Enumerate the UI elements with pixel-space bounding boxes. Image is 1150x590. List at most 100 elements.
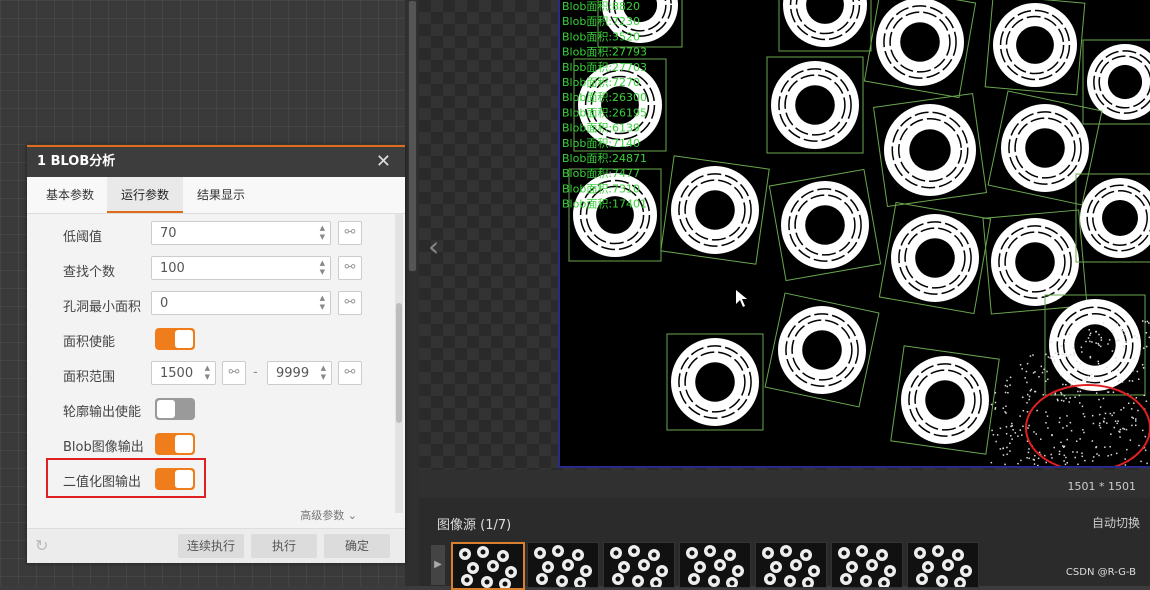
area-enable-label: 面积使能: [63, 335, 116, 350]
blob-ring: [766, 56, 864, 154]
mouse-cursor-icon: [736, 290, 747, 307]
blob-ring: [878, 201, 992, 315]
spinner-arrows-icon[interactable]: ▲ ▼: [320, 259, 325, 277]
panel-scrollbar-thumb[interactable]: [396, 303, 402, 423]
close-icon[interactable]: ✕: [376, 147, 391, 177]
area-range-min-value: 1500: [160, 366, 194, 381]
blob-analysis-panel: 1 BLOB分析 ✕ 基本参数 运行参数 结果显示 低阈值 70 ▲ ▼ ⚯ 查找…: [27, 145, 405, 563]
image-thumbnail[interactable]: [679, 542, 751, 588]
area-range-max-input[interactable]: 9999 ▲ ▼: [267, 361, 332, 385]
blob-hole: [695, 190, 735, 230]
image-thumbnail[interactable]: [603, 542, 675, 588]
auto-switch-button[interactable]: 自动切换: [1092, 514, 1140, 531]
highlight-box: [46, 458, 206, 498]
tab-run-params[interactable]: 运行参数: [107, 177, 183, 213]
spinner-arrows-icon[interactable]: ▲ ▼: [320, 294, 325, 312]
contour-output-toggle[interactable]: [155, 398, 195, 420]
link-icon[interactable]: ⚯: [338, 256, 362, 280]
area-range-min-input[interactable]: 1500 ▲ ▼: [151, 361, 216, 385]
blob-area-label: Blob面积:7270: [562, 76, 640, 89]
confirm-button[interactable]: 确定: [324, 534, 390, 558]
thumbnail-expand-icon[interactable]: ▶: [431, 545, 445, 585]
blob-ring: [666, 333, 764, 431]
spinner-arrows-icon[interactable]: ▲ ▼: [205, 364, 210, 382]
resolution-bar: 1501 * 1501: [419, 470, 1150, 498]
result-image[interactable]: Blob面积:8820 Blob面积:7230 Blob面积:3520 Blob面积:…: [558, 0, 1150, 472]
blob-ring: [1075, 173, 1150, 263]
panel-scrollbar[interactable]: [395, 213, 403, 513]
contour-output-label: 轮廓输出使能: [63, 405, 142, 420]
blob-ring: [778, 0, 872, 52]
blob-image-output-toggle[interactable]: [155, 433, 195, 455]
spinner-arrows-icon[interactable]: ▲ ▼: [321, 364, 326, 382]
tab-basic-params[interactable]: 基本参数: [35, 177, 105, 213]
blob-area-label: Blob面积:17401: [562, 198, 647, 211]
link-icon[interactable]: ⚯: [338, 221, 362, 245]
blob-area-label: Blob面积:24871: [562, 152, 647, 165]
blob-ring: [1044, 294, 1146, 396]
blob-area-label: Blob面积:7310: [562, 182, 640, 195]
hole-min-area-value: 0: [160, 296, 169, 311]
watermark: CSDN @R-G-B: [1065, 567, 1136, 578]
blob-ring: [1082, 39, 1150, 125]
image-thumbnail[interactable]: [831, 542, 903, 588]
blob-area-label: Blob面积:7140: [562, 137, 640, 150]
blob-area-label: Blob面积:7477: [562, 167, 640, 180]
image-thumbnail[interactable]: [755, 542, 827, 588]
chevron-down-icon: ⌄: [347, 509, 357, 522]
find-count-input[interactable]: 100 ▲ ▼: [151, 256, 331, 280]
blob-ring: [987, 90, 1103, 206]
blob-hole: [1102, 200, 1138, 236]
area-range-label: 面积范围: [63, 370, 116, 385]
run-button[interactable]: 执行: [251, 534, 317, 558]
resolution-label: 1501 * 1501: [1067, 480, 1136, 493]
advanced-params-button[interactable]: 高级参数 ⌄: [300, 507, 357, 523]
blob-area-label: Blob面积:27703: [562, 61, 647, 74]
blob-hole: [1025, 128, 1065, 168]
blob-hole: [900, 22, 940, 62]
refresh-icon[interactable]: ↻: [35, 536, 48, 555]
blob-hole: [915, 238, 955, 278]
blob-hole: [695, 362, 735, 402]
blob-ring: [872, 92, 988, 208]
image-thumbnail[interactable]: [451, 542, 525, 590]
scrollbar-thumb[interactable]: [408, 0, 417, 272]
workspace-scrollbar[interactable]: [405, 0, 419, 586]
low-threshold-input[interactable]: 70 ▲ ▼: [151, 221, 331, 245]
blob-hole: [795, 85, 835, 125]
blob-ring: [982, 209, 1088, 315]
blob-area-label: Blob面积:8820: [562, 0, 640, 13]
image-thumbnail[interactable]: [527, 542, 599, 588]
blob-hole: [1074, 324, 1116, 366]
blob-hole: [925, 380, 965, 420]
tab-result-display[interactable]: 结果显示: [185, 177, 257, 213]
blob-overlay: Blob面积:8820 Blob面积:7230 Blob面积:3520 Blob面积:…: [562, 0, 1150, 472]
image-thumbnail[interactable]: [907, 542, 979, 588]
toggle-knob: [175, 330, 193, 348]
link-icon[interactable]: ⚯: [222, 361, 246, 385]
blob-hole: [909, 129, 951, 171]
blob-ring: [890, 345, 1000, 455]
blob-area-label: Blob面积:27793: [562, 46, 647, 59]
blob-hole: [1107, 64, 1143, 100]
prev-image-icon[interactable]: ‹: [428, 230, 439, 263]
spinner-arrows-icon[interactable]: ▲ ▼: [320, 224, 325, 242]
blob-area-label: Blob面积:7230: [562, 15, 640, 28]
area-enable-toggle[interactable]: [155, 328, 195, 350]
range-separator: -: [253, 365, 258, 380]
continuous-run-button[interactable]: 连续执行: [178, 534, 244, 558]
blob-hole: [805, 205, 845, 245]
image-source-bar: 图像源 (1/7) 自动切换 ▶: [419, 498, 1150, 590]
blob-ring: [984, 0, 1086, 96]
blob-ring: [768, 168, 882, 282]
blob-image-output-label: Blob图像输出: [63, 440, 144, 455]
find-count-label: 查找个数: [63, 265, 116, 280]
hole-min-area-label: 孔洞最小面积: [63, 300, 142, 315]
link-icon[interactable]: ⚯: [338, 291, 362, 315]
panel-footer: ↻ 连续执行 执行 确定: [27, 528, 405, 563]
toggle-knob: [157, 400, 175, 418]
hole-min-area-input[interactable]: 0 ▲ ▼: [151, 291, 331, 315]
link-icon[interactable]: ⚯: [338, 361, 362, 385]
toggle-knob: [175, 435, 193, 453]
panel-tabs: 基本参数 运行参数 结果显示: [27, 177, 405, 214]
